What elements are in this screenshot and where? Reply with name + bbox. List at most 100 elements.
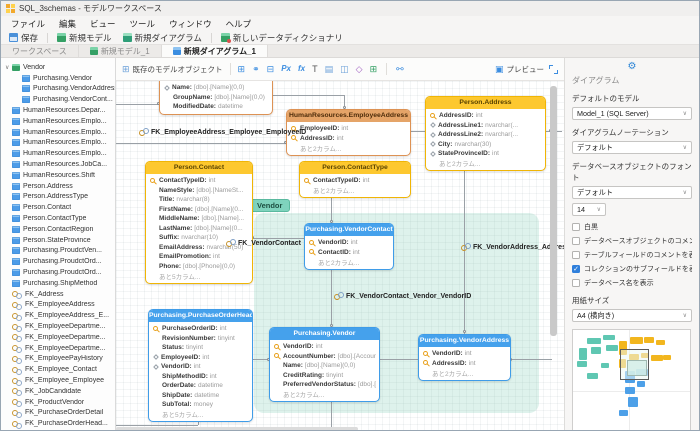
- menu-item-[interactable]: ツール: [123, 18, 163, 30]
- relationship-label-fk-vendorcontact[interactable]: FK_VendorContact: [226, 239, 301, 247]
- sidebar-item-fk-purchaseorderhead[interactable]: FK_PurchaseOrderHead...: [1, 418, 115, 429]
- entity-partial-top-entity[interactable]: Name:[dbo].[Name](0,0)GroupName:[dbo].[N…: [159, 81, 273, 115]
- entity-person-address[interactable]: Person.AddressAddressID:intAddressLine1:…: [425, 96, 546, 171]
- text-icon[interactable]: T: [312, 65, 318, 74]
- sidebar-item-fk-productvendor[interactable]: FK_ProductVendor: [1, 397, 115, 408]
- sidebar-item-fk-employeeaddress[interactable]: FK_EmployeeAddress: [1, 300, 115, 311]
- toolbar-button-label: 新しいデータディクショナリ: [233, 32, 343, 44]
- menu-item-[interactable]: ウィンドウ: [162, 18, 219, 30]
- checkbox[interactable]: [572, 279, 580, 287]
- sidebar-item-person-address[interactable]: Person.Address: [1, 181, 115, 192]
- minimap[interactable]: [572, 329, 691, 431]
- checkbox[interactable]: [572, 251, 580, 259]
- expander-icon[interactable]: ∨: [5, 64, 12, 71]
- tab-1[interactable]: 新規モデル_1: [79, 45, 162, 57]
- checkbox-row-[interactable]: データベース名を表示: [572, 278, 692, 288]
- table-icon[interactable]: ⊞: [238, 65, 246, 74]
- entity-purchasing-vendor[interactable]: Purchasing.VendorVendorID:intAccountNumb…: [269, 327, 380, 402]
- sidebar-item-purchasing-proudctven[interactable]: Purchasing.ProudctVen...: [1, 246, 115, 257]
- subject-area-label[interactable]: Vendor: [249, 199, 290, 212]
- image-icon[interactable]: ◫: [340, 65, 349, 74]
- sidebar-item-humanresources-depar[interactable]: HumanResources.Depar...: [1, 105, 115, 116]
- entity-purchasing-vendoraddress[interactable]: Purchasing.VendorAddressVendorID:intAddr…: [418, 334, 511, 381]
- menu-item-[interactable]: ファイル: [4, 18, 52, 30]
- menu-item-[interactable]: ヘルプ: [219, 18, 259, 30]
- add-table-icon[interactable]: ⊞: [370, 65, 378, 74]
- sidebar-item-purchasing-vendoraddress[interactable]: Purchasing.VendorAddress: [1, 84, 115, 95]
- toolbar-button-[interactable]: 新規ダイアグラム: [119, 32, 206, 44]
- sidebar-item-purchasing-proudctord[interactable]: Purchasing.ProudctOrd...: [1, 267, 115, 278]
- sidebar-item-fk-employee-contact[interactable]: FK_Employee_Contact: [1, 364, 115, 375]
- foreign-key-icon[interactable]: ⚭: [252, 65, 260, 74]
- note-icon[interactable]: ▤: [325, 65, 334, 74]
- shape-icon[interactable]: ◇: [356, 65, 363, 74]
- field-name: City:: [438, 141, 452, 148]
- menu-item-[interactable]: 編集: [52, 18, 83, 30]
- gear-icon[interactable]: ⚙: [628, 61, 637, 72]
- relationship-label-fk-employeeaddress-employee-employeeid[interactable]: FK_EmployeeAddress_Employee_EmployeeID: [139, 128, 306, 136]
- sidebar-item-fk-employeedepartme[interactable]: FK_EmployeeDepartme...: [1, 343, 115, 354]
- model-objects-button[interactable]: ⊞ 既存のモデルオブジェクト: [122, 64, 223, 75]
- sidebar-item-person-contactregion[interactable]: Person.ContactRegion: [1, 224, 115, 235]
- sidebar-item-humanresources-shift[interactable]: HumanResources.Shift: [1, 170, 115, 181]
- sidebar-item-fk-jobcandidate[interactable]: FK_JobCandidate: [1, 386, 115, 397]
- relationship-label-fk-vendoraddress-address[interactable]: FK_VendorAddress_Address...: [461, 243, 564, 251]
- sidebar-item-fk-employee-employee[interactable]: FK_Employee_Employee: [1, 375, 115, 386]
- sidebar-item-fk-employeeaddress-e[interactable]: FK_EmployeeAddress_E...: [1, 310, 115, 321]
- sidebar-item-humanresources-jobca[interactable]: HumanResources.JobCa...: [1, 159, 115, 170]
- sidebar-item-person-stateprovince[interactable]: Person.StateProvince: [1, 235, 115, 246]
- sidebar-item-purchasing-proudctord[interactable]: Purchasing.ProudctOrd...: [1, 256, 115, 267]
- sidebar-item-purchasing-shipmethod[interactable]: Purchasing.ShipMethod: [1, 278, 115, 289]
- sidebar-item-fk-employeedepartme[interactable]: FK_EmployeeDepartme...: [1, 321, 115, 332]
- toolbar-button-[interactable]: 新しいデータディクショナリ: [217, 32, 347, 44]
- toolbar-button-[interactable]: 保存: [5, 32, 42, 44]
- sidebar-item-person-contact[interactable]: Person.Contact: [1, 202, 115, 213]
- paper-size-select[interactable]: A4 (横向き) ∨: [572, 309, 692, 322]
- checkbox[interactable]: [572, 237, 580, 245]
- auto-layout-icon[interactable]: ⚯: [396, 65, 404, 74]
- procedure-icon[interactable]: Px: [281, 65, 291, 73]
- menu-item-[interactable]: ビュー: [83, 18, 123, 30]
- entity-purchasing-vendorcontact[interactable]: Purchasing.VendorContactVendorID:intCont…: [304, 223, 394, 270]
- entity-person-contact[interactable]: Person.ContactContactTypeID:intNameStyle…: [145, 161, 253, 284]
- checkbox-row-[interactable]: テーブルフィールドのコメントを表示: [572, 250, 692, 260]
- font-size-select[interactable]: 14 ∨: [572, 203, 606, 216]
- checkbox-row-[interactable]: 白黒: [572, 222, 692, 232]
- sidebar-item-person-addresstype[interactable]: Person.AddressType: [1, 192, 115, 203]
- checkbox[interactable]: ✓: [572, 265, 580, 273]
- tab-1[interactable]: 新規ダイアグラム_1: [162, 45, 268, 57]
- tab-[interactable]: ワークスペース: [1, 45, 79, 57]
- sidebar-item-person-contacttype[interactable]: Person.ContactType: [1, 213, 115, 224]
- sidebar-item-fk-purchaseorderdetail[interactable]: FK_PurchaseOrderDetail: [1, 408, 115, 419]
- checkbox-row-[interactable]: データベースオブジェクトのコメントを表: [572, 236, 692, 246]
- sidebar-item-purchasing-vendorcont[interactable]: Purchasing.VendorCont...: [1, 94, 115, 105]
- sidebar-item-fk-employeedepartme[interactable]: FK_EmployeeDepartme...: [1, 332, 115, 343]
- entity-body: EmployeeID:intAddressID:intあと2カラム...: [287, 122, 410, 155]
- view-icon[interactable]: ⊟: [267, 65, 275, 74]
- sidebar-item-purchasing-vendor[interactable]: Purchasing.Vendor: [1, 73, 115, 84]
- sidebar-item-humanresources-emplo[interactable]: HumanResources.Emplo...: [1, 138, 115, 149]
- preview-button[interactable]: ▣ プレビュー: [495, 64, 544, 75]
- checkbox-row-[interactable]: ✓コレクションのサブフィールドを表示: [572, 264, 692, 274]
- default-model-select[interactable]: Model_1 (SQL Server) ∨: [572, 107, 692, 120]
- sidebar-item-vendor[interactable]: ∨Vendor: [1, 62, 115, 73]
- db-object-font-select[interactable]: デフォルト ∨: [572, 186, 692, 199]
- sidebar-item-humanresources-emplo[interactable]: HumanResources.Emplo...: [1, 127, 115, 138]
- sidebar-item-fk-address[interactable]: FK_Address: [1, 289, 115, 300]
- entity-person-contacttype[interactable]: Person.ContactTypeContactTypeID:intあと2カラ…: [299, 161, 411, 198]
- toolbar-button-[interactable]: 新規モデル: [53, 32, 116, 44]
- field-type: tinyint: [218, 335, 235, 342]
- relationship-label-fk-vendorcontact-vendor-vendorid[interactable]: FK_VendorContact_Vendor_VendorID: [334, 292, 471, 300]
- entity-purchasing-purchaseorderheader[interactable]: Purchasing.PurchaseOrderHeaderPurchaseOr…: [148, 309, 253, 422]
- sidebar-item-humanresources-emplo[interactable]: HumanResources.Emplo...: [1, 116, 115, 127]
- notation-select[interactable]: デフォルト ∨: [572, 141, 692, 154]
- canvas-horizontal-scrollbar[interactable]: [116, 427, 358, 431]
- function-icon[interactable]: fx: [298, 65, 305, 73]
- field-name: Status:: [162, 344, 184, 351]
- checkbox[interactable]: [572, 223, 580, 231]
- sidebar-item-humanresources-emplo[interactable]: HumanResources.Emplo...: [1, 148, 115, 159]
- diagram-canvas[interactable]: Vendor Name:[dbo].[Name](0,0)GroupName:[d…: [116, 81, 564, 431]
- fullscreen-icon[interactable]: [549, 65, 558, 74]
- sidebar-item-fk-employeepayhistory[interactable]: FK_EmployeePayHistory: [1, 354, 115, 365]
- canvas-vertical-scrollbar[interactable]: [550, 86, 557, 336]
